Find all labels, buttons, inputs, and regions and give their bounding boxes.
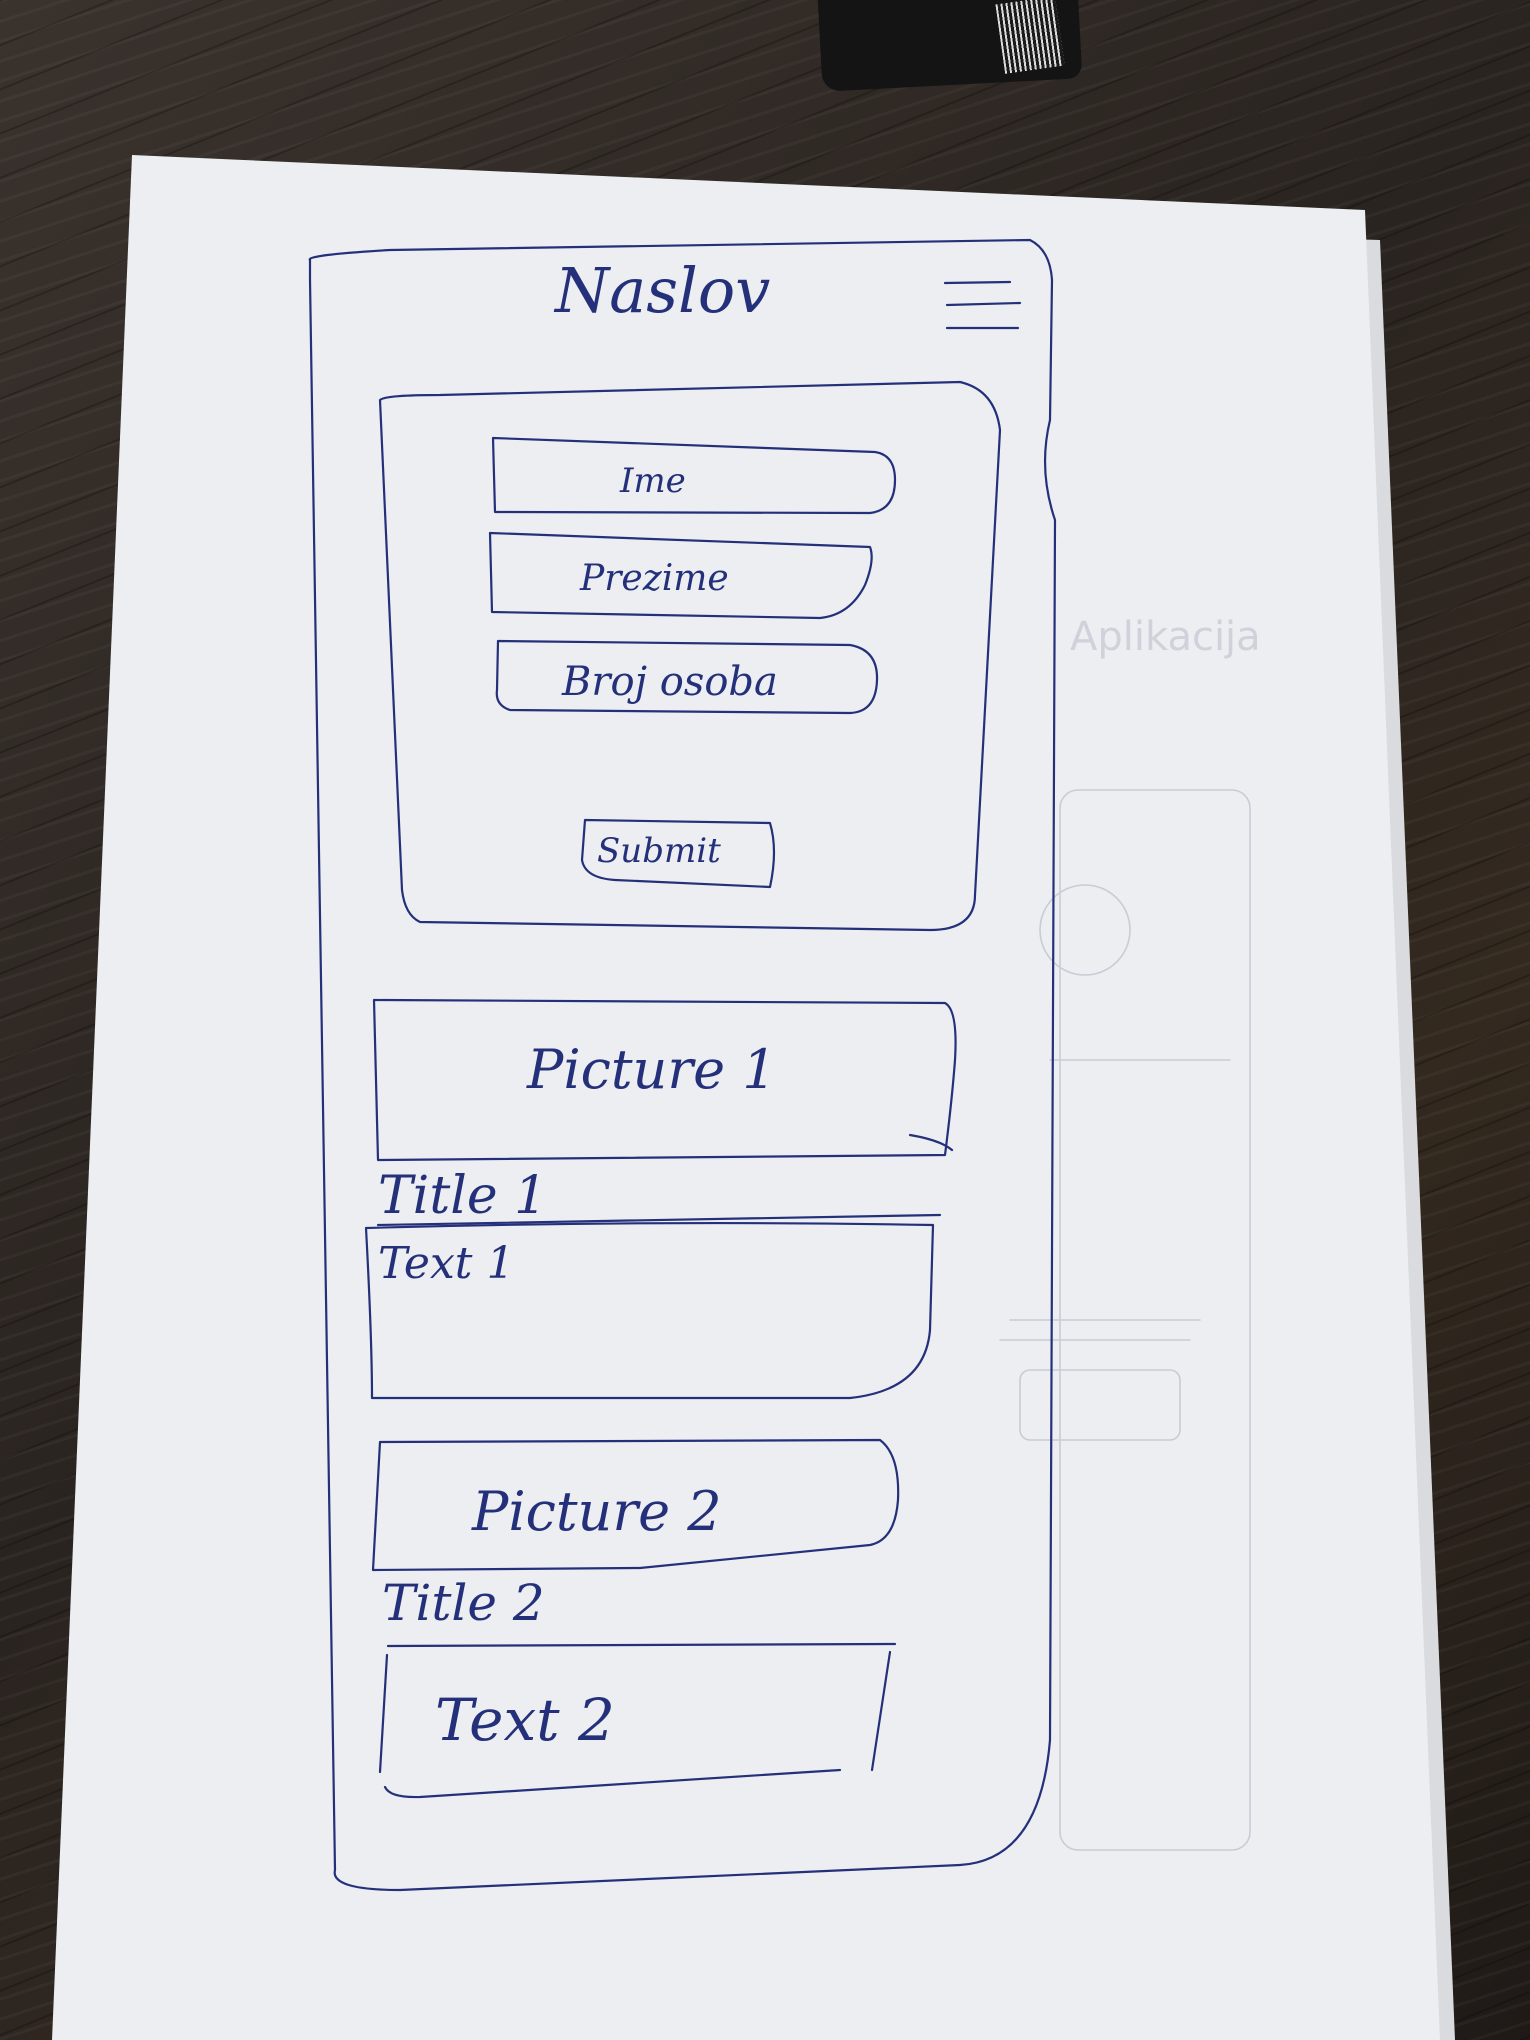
page-title: Naslov bbox=[553, 254, 770, 327]
svg-text:Aplikacija: Aplikacija bbox=[1070, 614, 1261, 660]
card-1-title: Title 1 bbox=[378, 1166, 547, 1226]
picture-2-label: Picture 2 bbox=[471, 1480, 722, 1543]
picture-1-label: Picture 1 bbox=[526, 1038, 777, 1101]
card-2-title: Title 2 bbox=[382, 1574, 545, 1632]
name-field-label: Ime bbox=[619, 461, 686, 501]
paper-sketch: Aplikacija Naslov Ime Prezime Broj osoba… bbox=[52, 155, 1455, 2040]
surname-field-label: Prezime bbox=[579, 558, 729, 599]
card-2-text: Text 2 bbox=[435, 1686, 615, 1754]
guest-count-field-label: Broj osoba bbox=[561, 659, 778, 705]
submit-button-label: Submit bbox=[597, 831, 721, 871]
card-1-text: Text 1 bbox=[378, 1238, 514, 1289]
